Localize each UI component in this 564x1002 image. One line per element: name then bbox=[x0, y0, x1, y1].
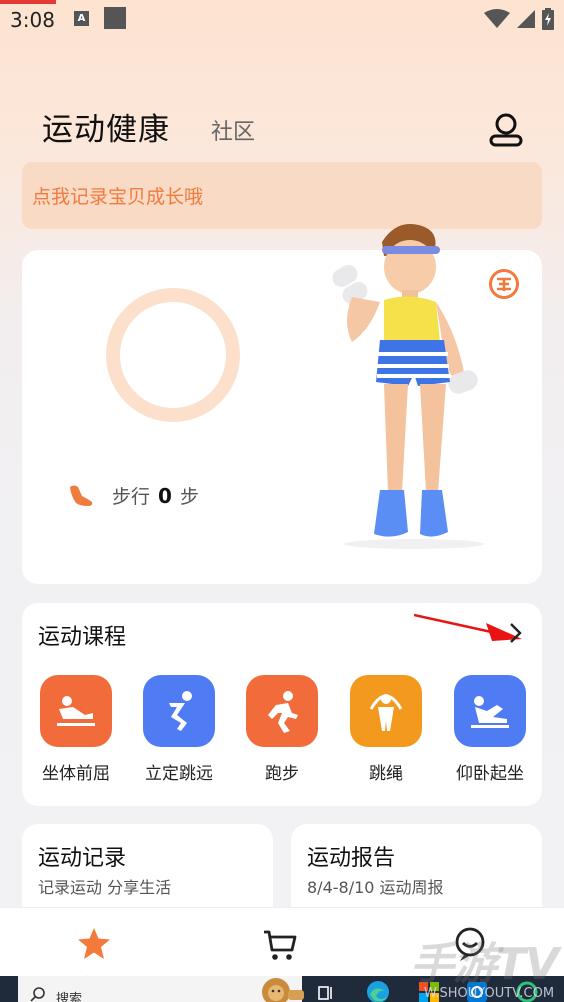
lion-icon bbox=[262, 978, 304, 1002]
course-card: 运动课程 坐体前屈 立定跳远 跑步 跳绳 仰卧起坐 bbox=[22, 603, 542, 806]
step-progress-ring bbox=[106, 288, 240, 422]
battery-icon bbox=[542, 8, 554, 30]
steps-value: 0 bbox=[158, 483, 172, 508]
notification-a-icon: A bbox=[74, 11, 89, 26]
course-label: 跑步 bbox=[265, 764, 299, 784]
taskbar-search[interactable]: 搜索 bbox=[18, 976, 304, 1002]
wifi-icon bbox=[484, 9, 510, 28]
task-view-icon[interactable] bbox=[318, 985, 334, 1001]
step-summary-card[interactable]: 步行 0 步 bbox=[22, 224, 542, 584]
course-label: 坐体前屈 bbox=[42, 764, 110, 784]
course-item-sit-ups[interactable]: 仰卧起坐 bbox=[438, 675, 542, 784]
star-icon bbox=[78, 928, 110, 959]
status-time: 3:08 bbox=[10, 8, 55, 32]
report-subtitle: 8/4-8/10 运动周报 bbox=[307, 878, 444, 897]
watermark-url: W.SHOUYOUTV.COM bbox=[424, 986, 555, 1001]
growth-record-banner[interactable]: 点我记录宝贝成长哦 bbox=[22, 162, 542, 229]
chevron-right-icon[interactable] bbox=[506, 621, 524, 645]
shoe-icon bbox=[70, 485, 93, 506]
course-item-long-jump[interactable]: 立定跳远 bbox=[127, 675, 231, 784]
steps-row: 步行 0 步 bbox=[68, 482, 199, 509]
long-jump-icon bbox=[143, 675, 215, 747]
tab-community[interactable]: 社区 bbox=[211, 114, 255, 146]
steps-label: 步行 bbox=[112, 486, 151, 508]
course-list: 坐体前屈 立定跳远 跑步 跳绳 仰卧起坐 bbox=[22, 675, 542, 795]
sit-ups-icon bbox=[454, 675, 526, 747]
steps-unit: 步 bbox=[179, 486, 199, 508]
notification-square-icon bbox=[104, 7, 126, 29]
course-item-jump-rope[interactable]: 跳绳 bbox=[334, 675, 438, 784]
status-icons bbox=[484, 8, 554, 30]
status-bar: 3:08 A bbox=[0, 0, 564, 40]
course-item-sit-reach[interactable]: 坐体前屈 bbox=[24, 675, 128, 784]
record-title: 运动记录 bbox=[38, 846, 127, 871]
cart-icon bbox=[264, 930, 297, 960]
course-title: 运动课程 bbox=[38, 625, 127, 650]
report-title: 运动报告 bbox=[307, 846, 396, 871]
fitness-character-illustration bbox=[332, 224, 484, 549]
sit-reach-icon bbox=[40, 675, 112, 747]
course-label: 仰卧起坐 bbox=[456, 764, 524, 784]
page-title: 运动健康 bbox=[42, 112, 170, 148]
search-icon bbox=[30, 987, 45, 1002]
banner-text: 点我记录宝贝成长哦 bbox=[32, 186, 204, 208]
signal-icon bbox=[517, 10, 535, 28]
course-item-running[interactable]: 跑步 bbox=[230, 675, 334, 784]
course-label: 立定跳远 bbox=[145, 764, 213, 784]
user-profile-icon[interactable] bbox=[488, 113, 524, 147]
record-subtitle: 记录运动 分享生活 bbox=[38, 878, 172, 897]
edge-icon[interactable] bbox=[366, 980, 390, 1002]
watermark-logo: 手游TV bbox=[410, 939, 559, 990]
running-icon bbox=[246, 675, 318, 747]
course-label: 跳绳 bbox=[369, 764, 403, 784]
jump-rope-icon bbox=[350, 675, 422, 747]
taskbar-search-text: 搜索 bbox=[56, 992, 83, 1002]
